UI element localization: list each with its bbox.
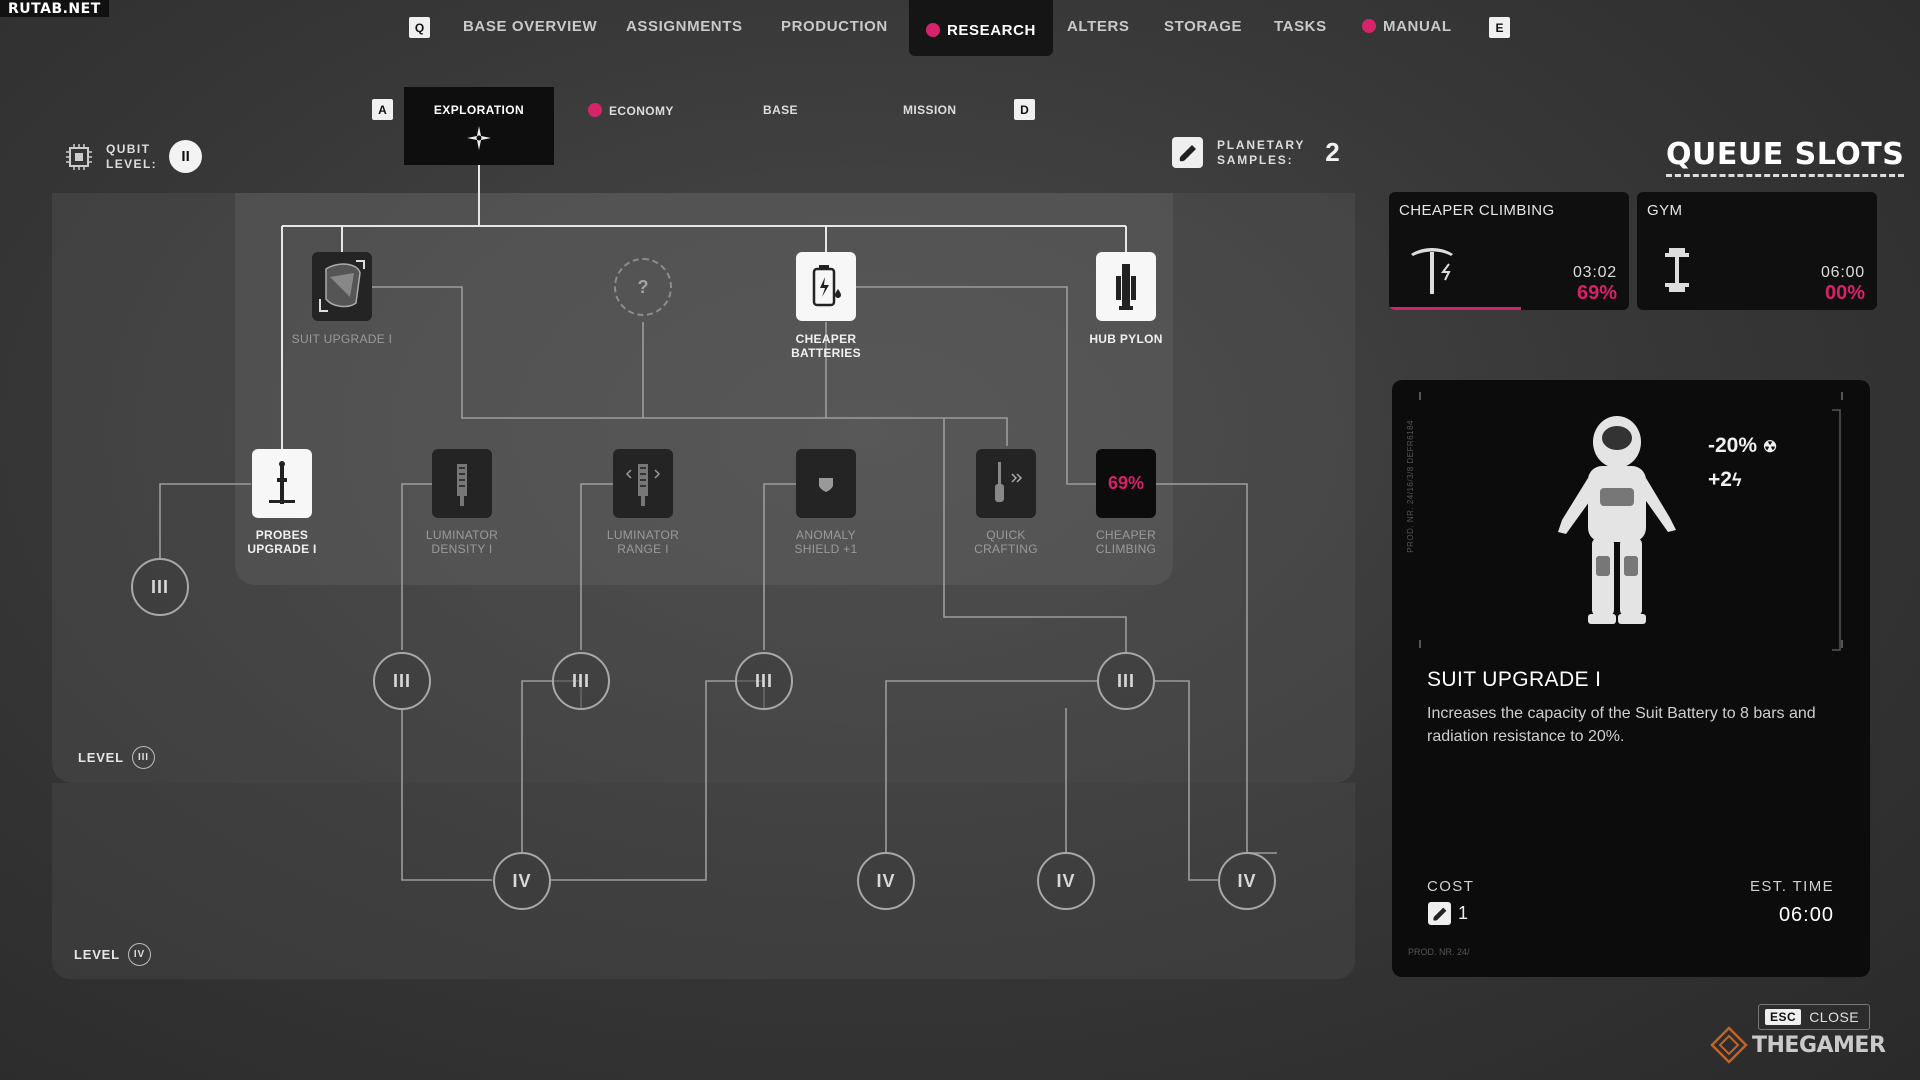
node-anomaly-shield-label: ANOMALY SHIELD +1	[761, 528, 891, 556]
battery-icon	[812, 264, 841, 306]
node-luminator-range-label: LUMINATOR RANGE I	[578, 528, 708, 556]
locked-node-level4[interactable]: IV	[493, 852, 551, 910]
detail-stat-radiation: -20% ☢	[1708, 430, 1777, 464]
pylon-icon	[1116, 263, 1136, 310]
node-luminator-density[interactable]	[432, 449, 492, 518]
research-detail-panel: PROD. NR. 24/16/3/8 DEFR6184 -20% ☢ +2ϟ …	[1392, 380, 1870, 977]
node-cheaper-climbing-progress: 69%	[1107, 473, 1145, 493]
node-cheaper-climbing[interactable]: 69%	[1096, 449, 1156, 518]
node-luminator-range[interactable]	[613, 449, 673, 518]
node-quick-crafting-label-2: CRAFTING	[974, 542, 1038, 556]
node-luminator-range-label-2: RANGE I	[617, 542, 669, 556]
detail-prod-text: PROD. NR. 24/	[1408, 947, 1470, 957]
detail-stat-radiation-value: -20%	[1708, 434, 1758, 457]
node-anomaly-shield[interactable]	[796, 449, 856, 518]
node-luminator-density-label-1: LUMINATOR	[425, 528, 499, 542]
shield-icon	[819, 477, 833, 492]
locked-node-level3[interactable]: III	[552, 652, 610, 710]
node-anomaly-shield-label-1: ANOMALY	[796, 528, 856, 542]
close-label: CLOSE	[1809, 1009, 1860, 1025]
screwdriver-icon	[995, 461, 1023, 502]
brand-watermark: THEGAMER	[1710, 1026, 1886, 1064]
queue-slot-title: CHEAPER CLIMBING	[1399, 202, 1555, 219]
node-quick-crafting-label-1: QUICK	[986, 528, 1026, 542]
queue-slot-2[interactable]: GYM 06:00 00%	[1637, 192, 1877, 310]
node-cheaper-batteries-label: CHEAPER BATTERIES	[761, 332, 891, 360]
node-quick-crafting-label: QUICK CRAFTING	[941, 528, 1071, 556]
node-quick-crafting[interactable]	[976, 449, 1036, 518]
locked-node-level4[interactable]: IV	[1218, 852, 1276, 910]
cost-label: COST	[1427, 878, 1475, 895]
est-time-label: EST. TIME	[1749, 878, 1834, 895]
node-suit-upgrade-label: SUIT UPGRADE I	[291, 332, 393, 346]
luminator-icon	[457, 463, 467, 506]
queue-slot-percent: 00%	[1824, 282, 1865, 304]
suit-helmet-icon	[319, 259, 365, 312]
node-luminator-range-label-1: LUMINATOR	[606, 528, 680, 542]
node-probes-upgrade-label: PROBES UPGRADE I	[217, 528, 347, 556]
detail-description: Increases the capacity of the Suit Batte…	[1427, 705, 1816, 745]
cost-value: 1	[1458, 903, 1469, 923]
cost-row: 1	[1428, 902, 1468, 925]
locked-node-level3[interactable]: III	[373, 652, 431, 710]
luminator-range-icon	[625, 463, 661, 506]
queue-slot-time: 03:02	[1572, 264, 1617, 281]
node-cheaper-batteries[interactable]	[796, 252, 856, 321]
node-cheaper-batteries-label-1: CHEAPER	[795, 332, 857, 346]
locked-node-level3[interactable]: III	[131, 558, 189, 616]
node-probes-upgrade-label-2: UPGRADE I	[247, 542, 317, 556]
locked-node-level4[interactable]: IV	[857, 852, 915, 910]
detail-title: SUIT UPGRADE I	[1427, 668, 1602, 691]
node-probes-upgrade-label-1: PROBES	[255, 528, 309, 542]
esc-key: ESC	[1765, 1009, 1802, 1025]
lightning-icon: ϟ	[1731, 470, 1742, 490]
locked-node-level4[interactable]: IV	[1037, 852, 1095, 910]
locked-node-level3[interactable]: III	[735, 652, 793, 710]
node-cheaper-batteries-label-2: BATTERIES	[791, 346, 861, 360]
node-luminator-density-label: LUMINATOR DENSITY I	[397, 528, 527, 556]
node-unknown[interactable]: ?	[614, 258, 672, 316]
brand-logo-icon	[1710, 1026, 1748, 1064]
node-probes-upgrade[interactable]	[252, 449, 312, 518]
queue-slot-title: GYM	[1647, 202, 1683, 219]
node-anomaly-shield-label-2: SHIELD +1	[794, 542, 858, 556]
queue-slot-progress-bar	[1389, 307, 1521, 310]
locked-node-level3[interactable]: III	[1097, 652, 1155, 710]
node-luminator-density-label-2: DENSITY I	[431, 542, 493, 556]
probe-icon	[269, 460, 295, 504]
pickaxe-icon	[1411, 248, 1453, 294]
node-suit-upgrade[interactable]	[312, 252, 372, 321]
node-cheaper-climbing-label: CHEAPER CLIMBING	[1061, 528, 1191, 556]
radiation-icon: ☢	[1762, 439, 1778, 456]
node-hub-pylon[interactable]	[1096, 252, 1156, 321]
node-cheaper-climbing-label-2: CLIMBING	[1095, 542, 1157, 556]
node-hub-pylon-label: HUB PYLON	[1089, 332, 1163, 346]
detail-stats: -20% ☢ +2ϟ	[1708, 430, 1777, 496]
astronaut-illustration	[1419, 392, 1843, 651]
node-cheaper-climbing-label-1: CHEAPER	[1095, 528, 1157, 542]
detail-stat-battery: +2ϟ	[1708, 464, 1777, 496]
queue-slot-time: 06:00	[1820, 264, 1865, 281]
brand-text: THEGAMER	[1752, 1032, 1886, 1058]
queue-slots-title: QUEUE SLOTS	[1666, 138, 1905, 177]
queue-slot-percent: 69%	[1576, 282, 1617, 304]
detail-stat-battery-value: +2	[1708, 468, 1732, 491]
est-time-value: 06:00	[1778, 904, 1834, 926]
sample-tube-icon	[1428, 902, 1451, 925]
queue-slot-1[interactable]: CHEAPER CLIMBING 03:02 69%	[1389, 192, 1629, 310]
dumbbell-icon	[1665, 248, 1689, 292]
